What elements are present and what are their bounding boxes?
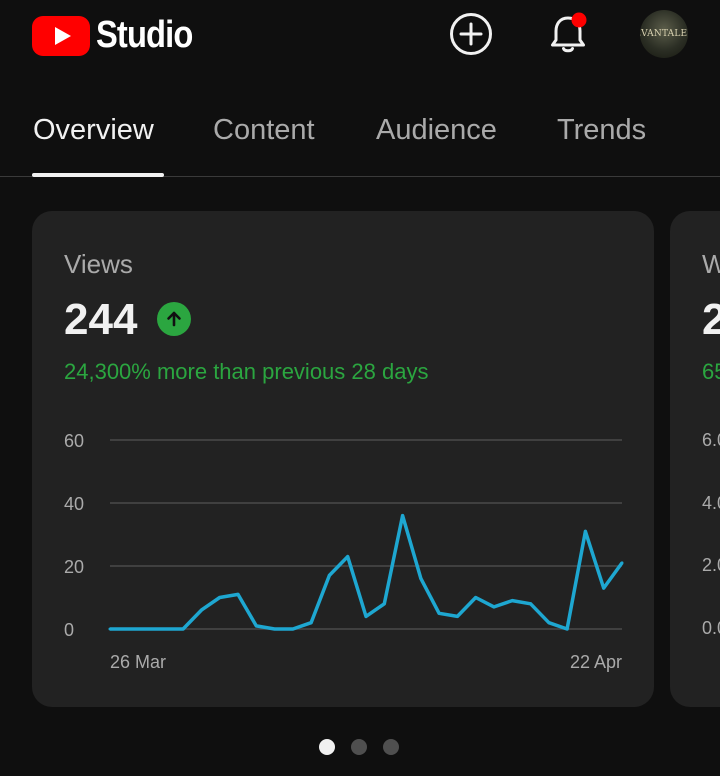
data-point: [583, 529, 587, 533]
views-line-chart: 60 40 20 0 26 Mar 22 Apr: [64, 431, 624, 672]
create-plus-icon: [450, 13, 492, 55]
create-button[interactable]: [447, 10, 495, 58]
data-point: [565, 627, 569, 631]
notification-dot: [571, 12, 587, 28]
data-point: [547, 621, 551, 625]
tab-overview[interactable]: Overview: [33, 114, 154, 147]
metric-value: 2: [702, 295, 720, 344]
y-tick-label: 6.0: [702, 430, 720, 450]
avatar[interactable]: EVANTALES: [640, 10, 688, 58]
active-tab-indicator: [32, 173, 164, 177]
data-point: [309, 621, 313, 625]
views-card[interactable]: Views 244 24,300% more than previous 28 …: [32, 211, 654, 707]
youtube-logo-icon: [32, 15, 90, 56]
notification-bell-icon: [551, 12, 587, 53]
data-point: [364, 614, 368, 618]
data-point: [273, 627, 277, 631]
x-axis-label: 22 Apr: [570, 652, 622, 672]
y-tick-label: 60: [64, 431, 84, 451]
views-series-line: [110, 513, 624, 631]
y-tick-label: 4.0: [702, 493, 720, 513]
tab-content[interactable]: Content: [213, 114, 315, 147]
tab-bar: Overview Content Audience Trends: [0, 96, 720, 177]
data-point: [492, 605, 496, 609]
data-point: [455, 614, 459, 618]
studio-logo[interactable]: Studio: [32, 14, 208, 57]
data-point: [529, 602, 533, 606]
y-tick-label: 0: [64, 620, 74, 640]
y-tick-label: 40: [64, 494, 84, 514]
x-axis-label: 26 Mar: [110, 652, 166, 672]
tab-audience[interactable]: Audience: [376, 114, 497, 147]
top-app-bar: Studio EVANTALES: [0, 0, 720, 76]
pagination-dots: [319, 739, 399, 755]
notifications-button[interactable]: [544, 10, 592, 58]
data-point: [145, 627, 149, 631]
data-point: [291, 627, 295, 631]
data-point: [437, 611, 441, 615]
page-dot[interactable]: [351, 739, 367, 755]
data-point: [108, 627, 112, 631]
comparison-text: 65: [702, 359, 720, 384]
y-tick-label: 0.0: [702, 618, 720, 638]
data-point: [401, 514, 405, 518]
data-point: [602, 586, 606, 590]
data-point: [163, 627, 167, 631]
data-point: [419, 577, 423, 581]
page-dot[interactable]: [383, 739, 399, 755]
data-point: [346, 555, 350, 559]
data-point: [327, 573, 331, 577]
card-title: W: [702, 249, 720, 279]
data-point: [382, 602, 386, 606]
data-point: [620, 561, 624, 565]
next-metric-card[interactable]: W 2 65 6.0 4.0 2.0 0.0: [670, 211, 720, 707]
data-point: [236, 592, 240, 596]
app-name: Studio: [96, 14, 193, 56]
data-point: [199, 608, 203, 612]
data-point: [181, 627, 185, 631]
tab-trends[interactable]: Trends: [557, 114, 646, 147]
data-point: [218, 596, 222, 599]
data-point: [474, 596, 478, 599]
data-point: [126, 627, 130, 631]
y-tick-label: 20: [64, 557, 84, 577]
data-point: [510, 599, 514, 603]
data-point: [254, 624, 258, 628]
page-dot[interactable]: [319, 739, 335, 755]
y-tick-label: 2.0: [702, 555, 720, 575]
avatar-label: EVANTALES: [640, 29, 688, 39]
